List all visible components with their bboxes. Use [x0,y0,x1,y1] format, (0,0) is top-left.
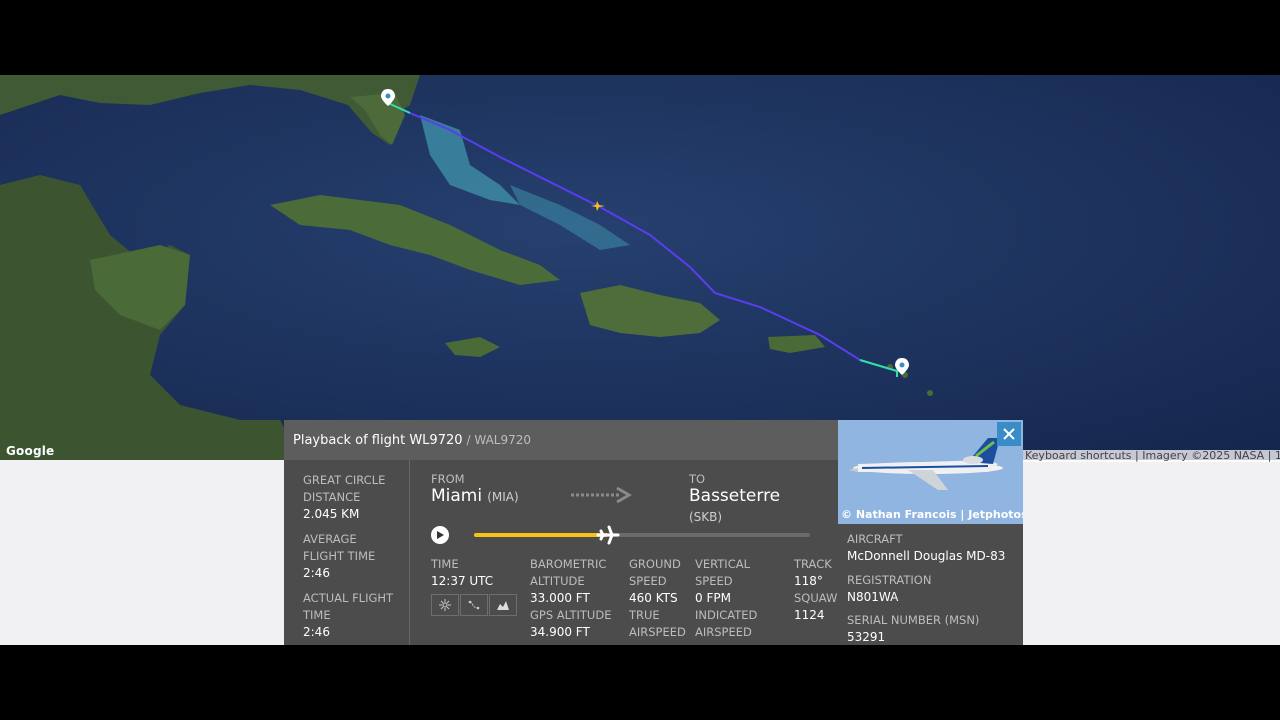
destination-code: (SKB) [689,510,723,524]
route-tool-button[interactable] [460,594,488,616]
aircraft-type: AIRCRAFT McDonnell Douglas MD-83 [847,532,1006,563]
playback-handle-plane-icon[interactable] [596,524,620,546]
aircraft-serial-number: SERIAL NUMBER (MSN) 53291 [847,613,980,644]
panel-header: Playback of flight WL9720 / WAL9720 [284,420,838,460]
metric-time: TIME 12:37 UTC [431,557,494,588]
stat-actual-flight-time: ACTUAL FLIGHT TIME 2:46 [303,591,394,639]
aircraft-info-panel: © Nathan Francois | Jetphotos AIRCRAFT M… [838,420,1023,645]
settings-tool-button[interactable] [431,594,459,616]
aircraft-registration: REGISTRATION N801WA [847,573,932,604]
playback-panel: Playback of flight WL9720 / WAL9720 GREA… [284,420,838,645]
metric-track: TRACK 118° SQUAWK 1124 [794,557,838,622]
playback-progress [474,533,609,537]
route-summary: FROM Miami (MIA) TO Basseterre (SKB) [431,472,811,524]
flight-map[interactable] [0,75,1280,460]
map-canvas [0,75,1280,460]
map-attribution[interactable]: Keyboard shortcuts | Imagery ©2025 NASA … [1023,450,1280,462]
chart-tool-button[interactable] [489,594,517,616]
chart-icon [497,601,509,610]
panel-title: Playback of flight WL9720 [293,432,463,448]
stat-great-circle-distance: GREAT CIRCLE DISTANCE 2.045 KM [303,473,386,521]
metric-ground-speed: GROUND SPEED 460 KTS TRUE AIRSPEED [629,557,686,639]
google-logo: Google [6,444,55,458]
close-icon [1003,428,1015,440]
route-arrow-icon [569,486,633,508]
flight-stats: GREAT CIRCLE DISTANCE 2.045 KM AVERAGE F… [284,460,410,645]
metric-barometric-altitude: BAROMETRIC ALTITUDE 33.000 FT GPS ALTITU… [530,557,612,639]
play-button[interactable] [431,526,449,544]
close-button[interactable] [997,422,1021,446]
aircraft-photo[interactable]: © Nathan Francois | Jetphotos [838,420,1023,524]
playback-tools [431,594,518,616]
route-origin: FROM Miami (MIA) [431,472,519,506]
origin-code: (MIA) [487,490,519,504]
metric-vertical-speed: VERTICAL SPEED 0 FPM INDICATED AIRSPEED [695,557,758,639]
destination-city: Basseterre [689,486,781,506]
origin-city: Miami [431,486,483,506]
route-destination: TO Basseterre (SKB) [689,472,781,524]
route-icon [468,600,480,610]
panel-subtitle: / WAL9720 [466,433,532,447]
stat-average-flight-time: AVERAGE FLIGHT TIME 2:46 [303,532,376,580]
play-icon [437,531,444,539]
settings-icon [439,599,451,611]
photo-credit[interactable]: © Nathan Francois | Jetphotos [841,508,1023,521]
